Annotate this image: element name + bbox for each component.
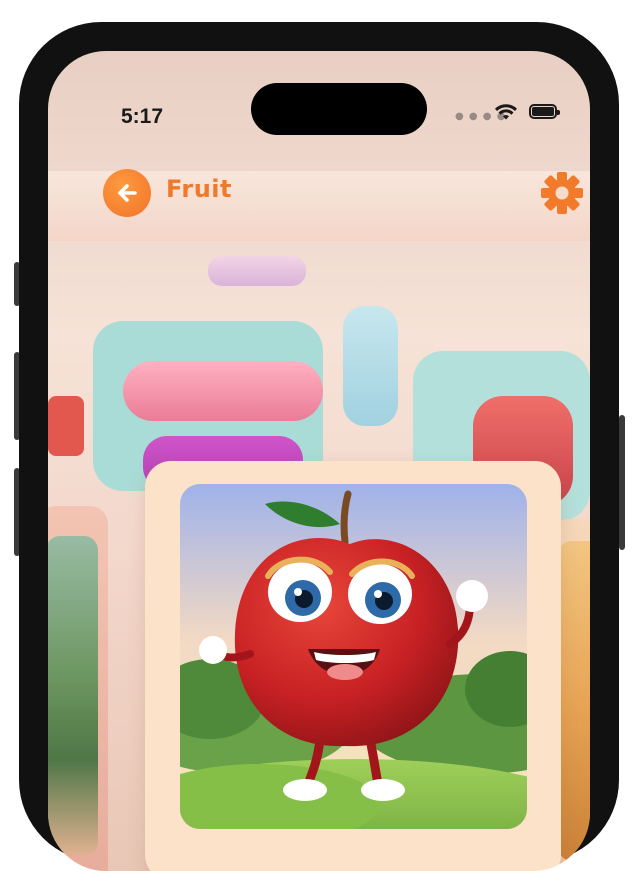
wifi-icon <box>495 104 517 120</box>
decor-red-plus <box>48 396 84 456</box>
current-card[interactable] <box>145 461 561 871</box>
phone-frame: 5:17 ● ● ● ● Fruit <box>19 22 619 871</box>
decor-blue-tile <box>343 306 398 426</box>
gear-icon <box>541 172 583 214</box>
decor-pink-bar <box>208 256 306 286</box>
settings-button[interactable] <box>539 170 585 216</box>
decor-pink-pill <box>123 361 323 421</box>
page-title: Fruit <box>166 175 232 203</box>
next-card-image <box>558 541 590 861</box>
app-screen: 5:17 ● ● ● ● Fruit <box>48 51 590 871</box>
previous-card-image <box>48 536 98 856</box>
power-button <box>619 415 625 550</box>
status-time: 5:17 <box>121 105 164 128</box>
battery-icon <box>529 104 560 119</box>
previous-card[interactable] <box>48 506 108 871</box>
arrow-left-icon <box>118 184 137 202</box>
dynamic-island <box>251 83 427 135</box>
apple-character-image <box>180 484 527 829</box>
back-button[interactable] <box>103 169 151 217</box>
